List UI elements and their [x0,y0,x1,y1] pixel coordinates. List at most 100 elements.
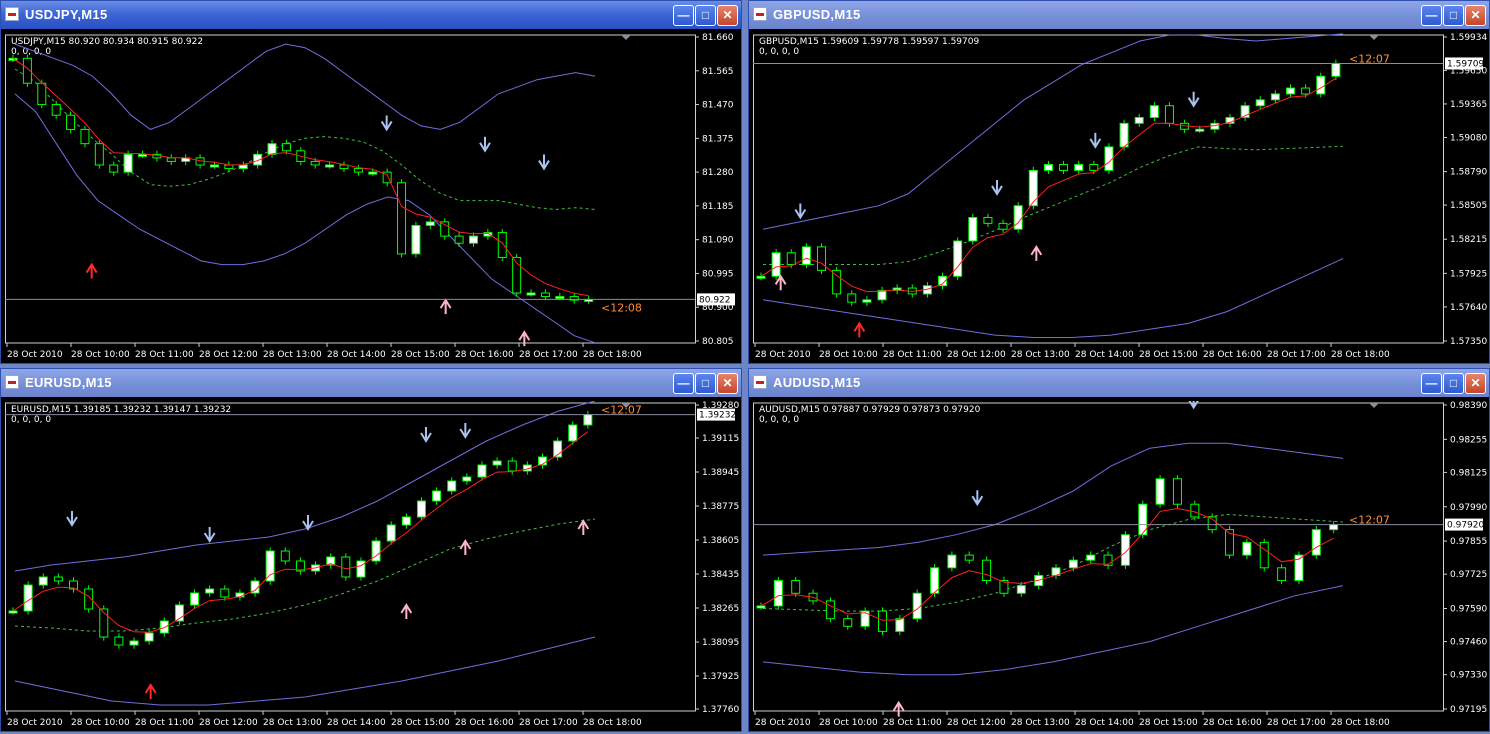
moving-average-line [12,431,589,633]
signal-arrow-up [892,700,905,717]
candle-body [825,600,835,620]
chart-shift-marker [1369,403,1379,408]
candle-body [468,235,478,244]
x-axis-tick-label: 28 Oct 2010 [7,350,63,360]
close-button[interactable]: ✕ [717,373,738,394]
maximize-button[interactable]: □ [1443,373,1464,394]
candle-body [1043,164,1053,171]
candle-body [310,160,320,166]
candle-body [440,221,450,237]
candle-body [1016,585,1026,594]
signal-arrow-up [439,298,452,315]
x-axis-tick-label: 28 Oct 15:00 [1139,718,1198,728]
signal-arrow-down [459,423,472,439]
candlestick-chart[interactable]: GBPUSD,M15 1.59609 1.59778 1.59597 1.597… [753,33,1487,361]
candle-body [1068,559,1078,569]
chart-window-usdjpy[interactable]: USDJPY,M15 — □ ✕ USDJPY,M15 80.920 80.93… [0,0,742,364]
candle-body [1190,503,1200,518]
close-button[interactable]: ✕ [1465,373,1486,394]
x-axis-tick-label: 28 Oct 15:00 [391,718,450,728]
chart-area[interactable]: GBPUSD,M15 1.59609 1.59778 1.59597 1.597… [753,33,1487,366]
candle-body [756,605,766,609]
candle-body [425,221,435,226]
candle-body [1164,105,1174,124]
y-axis-tick-label: 1.38775 [702,502,739,512]
x-axis-tick-label: 28 Oct 18:00 [1331,350,1390,360]
candle-body [37,82,47,106]
x-axis-tick-label: 28 Oct 17:00 [519,718,578,728]
candle-body [80,128,90,145]
close-button[interactable]: ✕ [1465,5,1486,26]
candle-body [877,289,887,301]
chart-area[interactable]: AUDUSD,M15 0.97887 0.97929 0.97873 0.979… [753,393,1487,734]
y-axis-tick-label: 0.97990 [1450,503,1487,513]
window-title: AUDUSD,M15 [773,375,861,390]
candlestick-chart[interactable]: EURUSD,M15 1.39185 1.39232 1.39147 1.392… [5,400,739,729]
candle-body [447,480,457,492]
x-axis-tick-label: 28 Oct 17:00 [1267,718,1326,728]
chart-area[interactable]: USDJPY,M15 80.920 80.934 80.915 80.922 0… [5,33,739,366]
x-axis-tick-label: 28 Oct 11:00 [883,350,942,360]
y-axis-tick-label: 1.57350 [1450,337,1487,347]
title-bar[interactable]: AUDUSD,M15 — □ ✕ [749,369,1489,397]
candle-body [8,610,18,614]
candle-body [1134,116,1144,124]
window-title: USDJPY,M15 [25,7,108,22]
maximize-button[interactable]: □ [1443,5,1464,26]
signal-arrow-up [577,519,590,535]
chart-window-gbpusd[interactable]: GBPUSD,M15 — □ ✕ GBPUSD,M15 1.59609 1.59… [748,0,1490,364]
minimize-button[interactable]: — [1421,5,1442,26]
maximize-button[interactable]: □ [695,5,716,26]
signal-arrow-down [1187,393,1200,410]
plot-frame [753,34,1444,344]
title-bar[interactable]: EURUSD,M15 — □ ✕ [1,369,741,397]
y-axis-tick-label: 0.98390 [1450,401,1487,411]
candle-body [1119,122,1129,148]
y-axis-tick-label: 80.805 [702,337,734,347]
candle-body [66,114,76,130]
chart-window-audusd[interactable]: AUDUSD,M15 — □ ✕ AUDUSD,M15 0.97887 0.97… [748,368,1490,732]
y-axis-tick-label: 1.57640 [1450,303,1487,313]
candle-body [1311,529,1321,556]
candle-body [1089,164,1099,171]
x-axis-tick-label: 28 Oct 18:00 [1331,718,1390,728]
signal-arrow-up [400,603,413,619]
candle-body [220,588,230,598]
candle-body [123,153,133,173]
chart-shift-marker [621,35,631,40]
candlestick-chart[interactable]: AUDUSD,M15 0.97887 0.97929 0.97873 0.979… [753,393,1487,729]
chart-area[interactable]: EURUSD,M15 1.39185 1.39232 1.39147 1.392… [5,400,739,734]
title-bar[interactable]: GBPUSD,M15 — □ ✕ [749,1,1489,29]
x-axis-tick-label: 28 Oct 14:00 [1075,350,1134,360]
y-axis-tick-label: 1.58505 [1450,201,1487,211]
candle-body [109,164,119,173]
candle-body [555,296,565,300]
candle-body [968,216,978,242]
x-axis-tick-label: 28 Oct 17:00 [519,350,578,360]
minimize-button[interactable]: — [673,5,694,26]
x-axis-tick-label: 28 Oct 2010 [7,718,63,728]
chart-app-icon [5,375,19,389]
y-axis-tick-label: 1.37760 [702,705,739,715]
candle-body [416,500,426,518]
candlestick-chart[interactable]: USDJPY,M15 80.920 80.934 80.915 80.922 0… [5,33,739,361]
x-axis-tick-label: 28 Oct 14:00 [327,350,386,360]
y-axis-tick-label: 0.97195 [1450,705,1487,715]
y-axis-tick-label: 1.59365 [1450,100,1487,110]
chart-window-eurusd[interactable]: EURUSD,M15 — □ ✕ EURUSD,M15 1.39185 1.39… [0,368,742,732]
signal-arrow-up [459,539,472,555]
minimize-button[interactable]: — [673,373,694,394]
y-axis-tick-label: 0.97460 [1450,638,1487,648]
signal-arrow-up [1030,244,1043,261]
x-axis-tick-label: 28 Oct 13:00 [263,718,322,728]
title-bar[interactable]: USDJPY,M15 — □ ✕ [1,1,741,29]
y-axis-tick-label: 1.38095 [702,638,739,648]
x-axis-tick-label: 28 Oct 2010 [755,718,811,728]
x-axis-tick-label: 28 Oct 13:00 [1011,350,1070,360]
close-button[interactable]: ✕ [717,5,738,26]
chart-info-symbol: GBPUSD,M15 1.59609 1.59778 1.59597 1.597… [759,37,979,47]
maximize-button[interactable]: □ [695,373,716,394]
candle-body [454,235,464,244]
minimize-button[interactable]: — [1421,373,1442,394]
y-axis-tick-label: 1.38605 [702,536,739,546]
